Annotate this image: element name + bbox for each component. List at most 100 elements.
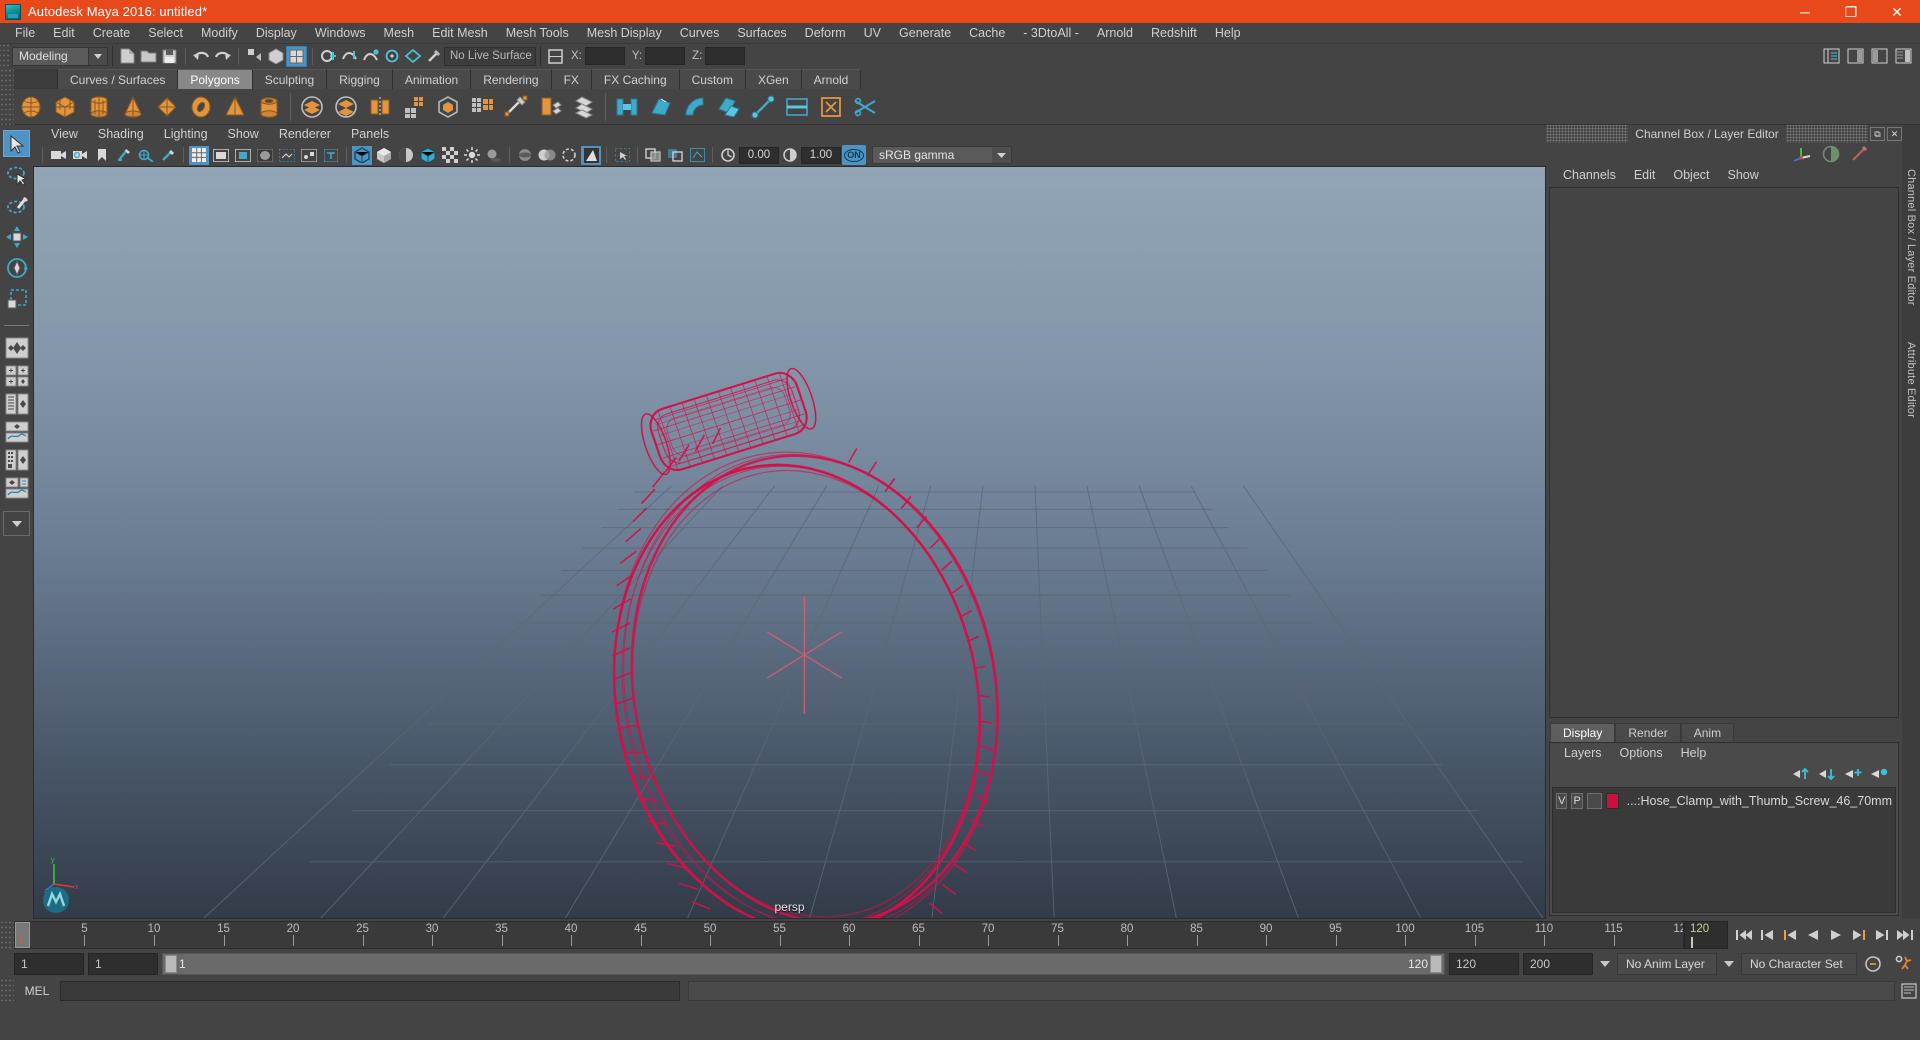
range-slider[interactable]: 1 120 <box>162 953 1445 975</box>
poly-pipe-icon[interactable] <box>252 90 286 124</box>
layer-menu-layers[interactable]: Layers <box>1555 743 1611 763</box>
step-back-key-button[interactable] <box>1756 924 1777 946</box>
poly-sphere-icon[interactable] <box>14 90 48 124</box>
layer-tab-display[interactable]: Display <box>1550 723 1616 742</box>
layout-persp-graph-icon[interactable] <box>3 419 30 444</box>
menu-edit-mesh[interactable]: Edit Mesh <box>423 23 497 43</box>
channel-box-menu-object[interactable]: Object <box>1664 165 1718 185</box>
xray-active-components-icon[interactable] <box>665 146 685 165</box>
resolution-gate-icon[interactable] <box>233 146 253 165</box>
shaded-wireframe-icon[interactable] <box>418 146 438 165</box>
grid-toggle-icon[interactable] <box>189 145 209 165</box>
layer-tab-render[interactable]: Render <box>1615 723 1681 742</box>
bookmark-icon[interactable] <box>92 146 112 165</box>
time-slider-gripper[interactable] <box>0 919 14 950</box>
gate-mask-icon[interactable] <box>255 146 275 165</box>
layout-single-perspective-icon[interactable] <box>3 335 30 360</box>
poly-cone-icon[interactable] <box>116 90 150 124</box>
menu-create[interactable]: Create <box>84 23 140 43</box>
shelf-tab-custom[interactable]: Custom <box>679 69 746 89</box>
viewport-menu-shading[interactable]: Shading <box>88 125 154 144</box>
statusbar-gripper[interactable] <box>0 44 9 68</box>
range-slider-right-handle[interactable] <box>1430 955 1442 973</box>
menu-arnold[interactable]: Arnold <box>1088 23 1142 43</box>
make-live-icon[interactable] <box>423 46 444 67</box>
shelf-tab-animation[interactable]: Animation <box>392 69 472 89</box>
menu-redshift[interactable]: Redshift <box>1142 23 1206 43</box>
snap-to-point-icon[interactable] <box>360 46 381 67</box>
layer-visibility-toggle[interactable]: V <box>1556 792 1568 809</box>
step-forward-key-button[interactable] <box>1871 924 1892 946</box>
screen-space-ao-icon[interactable] <box>515 146 535 165</box>
shelf-icons-gripper[interactable] <box>0 88 14 125</box>
input-output-connections-icon[interactable] <box>545 46 566 67</box>
grease-pencil-icon[interactable] <box>158 146 178 165</box>
coord-z-field[interactable] <box>705 47 746 65</box>
textured-icon[interactable] <box>440 146 460 165</box>
docked-tab-channel-box[interactable]: Channel Box / Layer Editor <box>1905 163 1917 312</box>
combine-icon[interactable] <box>295 90 329 124</box>
gamma-field[interactable]: 1.00 <box>801 146 841 164</box>
auto-keyframe-toggle-icon[interactable] <box>1861 953 1887 975</box>
shelf-tab-fx[interactable]: FX <box>551 69 592 89</box>
layer-playback-toggle[interactable]: P <box>1571 792 1583 809</box>
poly-pyramid-icon[interactable] <box>218 90 252 124</box>
viewport-menu-lighting[interactable]: Lighting <box>154 125 218 144</box>
wireframe-shading-icon[interactable] <box>352 145 372 165</box>
snap-to-projected-center-icon[interactable] <box>381 46 402 67</box>
selection-mask-component-icon[interactable] <box>286 45 307 67</box>
layer-shading-toggle[interactable] <box>1586 792 1602 809</box>
range-slider-left-handle[interactable] <box>165 955 177 973</box>
select-tool-icon[interactable] <box>3 130 30 157</box>
snap-to-view-planes-icon[interactable] <box>402 46 423 67</box>
shelf-tab-sculpting[interactable]: Sculpting <box>252 69 328 89</box>
menu-set-selector[interactable]: Modeling <box>12 46 108 66</box>
wedge-icon[interactable] <box>678 90 712 124</box>
anim-layer-chevron-icon[interactable] <box>1597 953 1613 975</box>
perspective-viewport[interactable]: y x z persp <box>33 166 1546 919</box>
move-tool-icon[interactable] <box>3 223 30 250</box>
gamma-reset-icon[interactable] <box>780 146 800 165</box>
boolean-union-icon[interactable] <box>431 90 465 124</box>
channel-box-menu-edit[interactable]: Edit <box>1625 165 1665 185</box>
two-d-pan-zoom-icon[interactable] <box>136 146 156 165</box>
playback-end-time-field[interactable]: 120 <box>1449 953 1519 975</box>
show-hide-channel-box-icon[interactable] <box>1893 46 1914 67</box>
maximize-button[interactable]: ❐ <box>1828 0 1874 23</box>
coord-x-field[interactable] <box>584 47 625 65</box>
layer-menu-options[interactable]: Options <box>1611 743 1672 763</box>
anim-start-time-field[interactable]: 1 <box>14 953 84 975</box>
command-language-label[interactable]: MEL <box>14 984 60 998</box>
menu-modify[interactable]: Modify <box>192 23 247 43</box>
bevel-icon[interactable] <box>567 90 601 124</box>
layer-menu-help[interactable]: Help <box>1672 743 1716 763</box>
play-forwards-button[interactable] <box>1825 924 1846 946</box>
minimize-button[interactable]: ─ <box>1782 0 1828 23</box>
menu-3dtoall[interactable]: - 3DtoAll - <box>1014 23 1088 43</box>
selection-mask-object-icon[interactable] <box>265 46 286 67</box>
layout-outliner-persp-icon[interactable] <box>3 391 30 416</box>
isolate-select-icon[interactable] <box>612 146 632 165</box>
layout-hypershade-persp-icon[interactable] <box>3 447 30 472</box>
lasso-tool-icon[interactable] <box>3 161 30 188</box>
layer-tab-anim[interactable]: Anim <box>1680 723 1735 742</box>
shading-sphere-icon[interactable] <box>1822 145 1840 163</box>
step-forward-frame-button[interactable] <box>1848 924 1869 946</box>
reduce-icon[interactable] <box>465 90 499 124</box>
layout-four-view-icon[interactable] <box>3 363 30 388</box>
smooth-shade-selected-icon[interactable] <box>396 146 416 165</box>
append-polygon-icon[interactable] <box>644 90 678 124</box>
time-slider-track[interactable]: 1 5 10 15 20 25 30 35 40 45 50 55 60 65 70 75 80 85 90 95 1… <box>14 920 1684 949</box>
move-layer-up-icon[interactable] <box>1793 767 1810 781</box>
channel-box-content[interactable] <box>1549 187 1899 718</box>
step-back-frame-button[interactable] <box>1779 924 1800 946</box>
shelf-gripper[interactable] <box>0 68 14 89</box>
go-to-end-button[interactable] <box>1894 924 1915 946</box>
selection-mask-hierarchy-icon[interactable] <box>244 46 265 67</box>
crease-tool-icon[interactable] <box>780 90 814 124</box>
rotate-tool-icon[interactable] <box>3 254 30 281</box>
menu-mesh[interactable]: Mesh <box>375 23 424 43</box>
anim-end-time-field[interactable]: 200 <box>1523 953 1593 975</box>
layout-persp-outliner-graph-icon[interactable] <box>3 475 30 500</box>
menu-help[interactable]: Help <box>1206 23 1250 43</box>
